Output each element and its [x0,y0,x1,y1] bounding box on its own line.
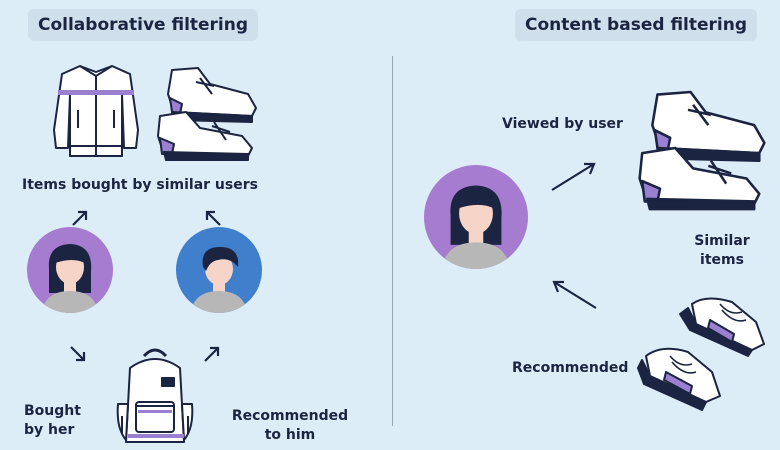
arrow-up-right-icon [204,346,220,362]
recommended-sneakers-icon [637,297,765,411]
similar-items-line2: items [700,252,744,268]
sneakers-icon [157,67,257,161]
bought-by-her-label: Bought by her [24,402,81,440]
arrow-up-right-icon [72,210,88,226]
female-user-avatar [27,227,113,313]
recommended-to-him-line1: Recommended [231,408,349,424]
viewed-sneakers-icon [638,90,766,211]
arrow-up-left-icon [205,210,221,226]
bought-by-her-line2: by her [24,422,75,438]
items-bought-label: Items bought by similar users [22,177,258,193]
backpack-icon [116,348,194,443]
viewed-by-user-label: Viewed by user [502,116,623,132]
similar-items-line1: Similar [694,233,750,249]
recommended-to-him-label: Recommended to him [228,407,352,445]
female-user-avatar [424,165,528,269]
recommended-to-him-line2: to him [264,427,316,443]
arrow-up-left-icon [552,280,597,309]
recommended-label: Recommended [512,360,629,376]
arrow-up-right-icon [551,162,596,191]
bought-by-her-line1: Bought [24,403,81,419]
content-based-filtering-heading: Content based filtering [515,9,758,41]
jacket-icon [53,65,139,157]
collaborative-filtering-heading: Collaborative filtering [28,9,259,41]
arrow-down-right-icon [70,346,86,362]
similar-items-label: Similar items [684,232,760,270]
male-user-avatar [176,227,262,313]
section-divider [392,56,393,426]
